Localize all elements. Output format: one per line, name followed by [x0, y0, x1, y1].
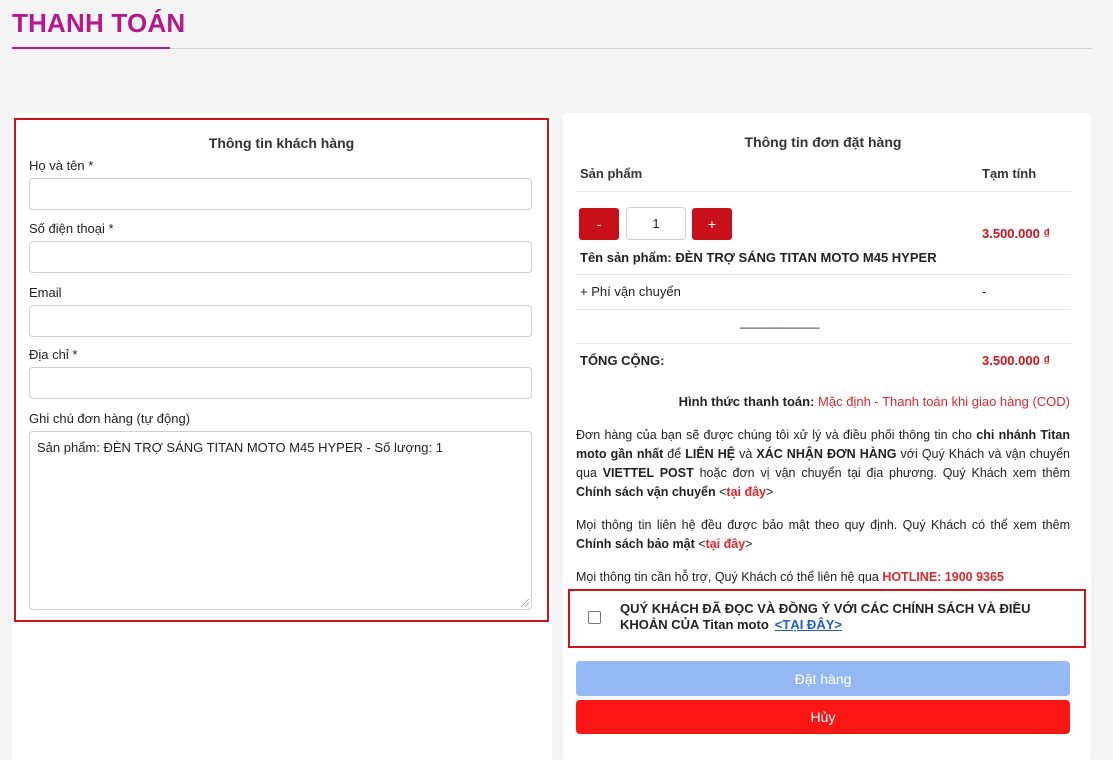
customer-section-title: Thông tin khách hàng: [208, 135, 355, 151]
name-input[interactable]: [29, 178, 532, 210]
hotline[interactable]: HOTLINE: 1900 9365: [882, 570, 1004, 584]
note-value: Sản phẩm: ĐÈN TRỢ SÁNG TITAN MOTO M45 HY…: [37, 440, 443, 455]
total-label: TỔNG CỘNG:: [580, 353, 665, 368]
place-order-button[interactable]: Đặt hàng: [576, 661, 1070, 696]
privacy-policy-link[interactable]: tại đây: [706, 537, 746, 551]
title-underline: [12, 47, 170, 49]
shipping-value: -: [982, 284, 987, 299]
cancel-button[interactable]: Hủy: [576, 700, 1070, 734]
payment-label: Hình thức thanh toán:: [678, 394, 815, 409]
phone-label: Số điện thoại *: [29, 221, 114, 236]
quantity-increase-button[interactable]: +: [692, 208, 732, 240]
customer-info-form: Thông tin khách hàng Họ và tên * Số điện…: [14, 118, 549, 622]
payment-value: Mặc định - Thanh toán khi giao hàng (COD…: [818, 394, 1070, 409]
note-textarea[interactable]: Sản phẩm: ĐÈN TRỢ SÁNG TITAN MOTO M45 HY…: [29, 431, 532, 610]
shipping-policy-link[interactable]: tại đây: [726, 485, 766, 499]
column-header-product: Sản phẩm: [580, 166, 643, 181]
privacy-info-paragraph: Mọi thông tin liên hệ đều được bảo mật t…: [576, 518, 1070, 551]
shipping-label: + Phí vận chuyển: [580, 284, 681, 299]
product-name: Tên sản phẩm: ĐÈN TRỢ SÁNG TITAN MOTO M4…: [580, 250, 937, 265]
payment-method: Hình thức thanh toán: Mặc định - Thanh t…: [576, 394, 1070, 409]
terms-link[interactable]: <TẠI ĐÂY>: [775, 617, 842, 632]
phone-input[interactable]: [29, 241, 532, 273]
email-label: Email: [29, 285, 62, 300]
support-info-paragraph: Mọi thông tin cần hỗ trợ, Quý Khách có t…: [576, 570, 1004, 584]
divider: [576, 343, 1071, 344]
note-label: Ghi chú đơn hàng (tự động): [29, 411, 191, 426]
column-header-subtotal: Tạm tính: [982, 166, 1037, 181]
quantity-decrease-button[interactable]: -: [579, 208, 619, 240]
divider: [576, 309, 1071, 310]
shipping-info-paragraph: Đơn hàng của bạn sẽ được chúng tôi xử lý…: [576, 428, 1070, 499]
address-input[interactable]: [29, 367, 532, 399]
page-title: THANH TOÁN: [12, 8, 186, 38]
address-label: Địa chỉ *: [29, 347, 78, 362]
product-price: 3.500.000 ₫: [982, 226, 1051, 241]
title-divider: [12, 48, 1092, 49]
terms-agreement: QUÝ KHÁCH ĐÃ ĐỌC VÀ ĐỒNG Ý VỚI CÁC CHÍNH…: [568, 589, 1086, 648]
terms-checkbox[interactable]: [588, 611, 601, 624]
order-section-title: Thông tin đơn đặt hàng: [744, 134, 902, 150]
divider: [576, 274, 1071, 275]
name-label: Họ và tên *: [29, 158, 94, 173]
terms-text: QUÝ KHÁCH ĐÃ ĐỌC VÀ ĐỒNG Ý VỚI CÁC CHÍNH…: [620, 601, 1031, 632]
divider: [576, 191, 1071, 192]
email-input[interactable]: [29, 305, 532, 337]
total-separator: ___________: [740, 314, 820, 329]
resize-grip-icon[interactable]: [521, 599, 529, 607]
total-value: 3.500.000 ₫: [982, 353, 1051, 368]
quantity-input[interactable]: 1: [626, 207, 686, 240]
